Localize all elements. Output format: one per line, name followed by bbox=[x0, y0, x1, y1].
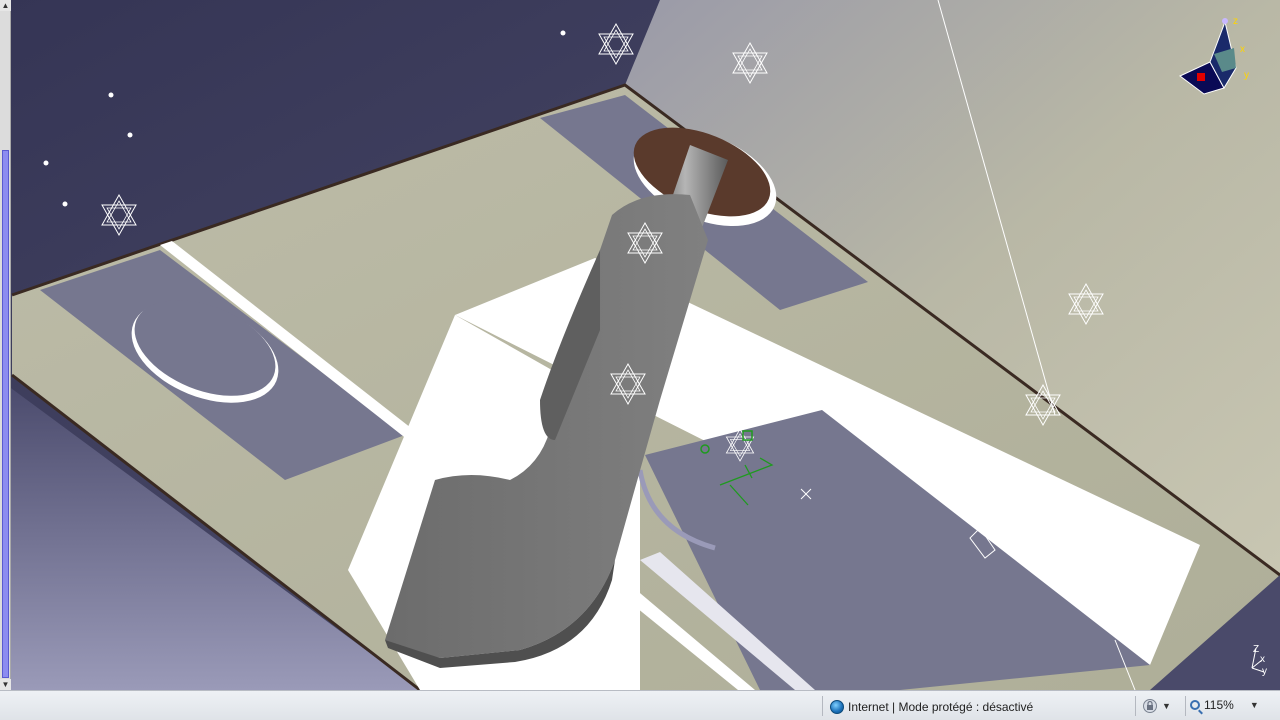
status-separator bbox=[1185, 696, 1186, 716]
compass-axis-z: z bbox=[1233, 16, 1238, 27]
point-dot bbox=[127, 132, 133, 138]
status-separator bbox=[822, 696, 823, 716]
zoom-control[interactable]: 115% ▼ bbox=[1190, 698, 1259, 712]
status-bar: Internet | Mode protégé : désactivé ▼ 11… bbox=[0, 690, 1280, 720]
chevron-down-icon[interactable]: ▼ bbox=[1162, 701, 1171, 711]
point-dot bbox=[43, 160, 49, 166]
scroll-down-arrow-icon[interactable]: ▼ bbox=[0, 679, 11, 690]
triad-axis-x: x bbox=[1260, 654, 1265, 665]
triad-axis-y: y bbox=[1262, 666, 1267, 677]
vertical-scrollbar[interactable]: ▲ ▼ bbox=[0, 0, 11, 690]
scroll-up-arrow-icon[interactable]: ▲ bbox=[0, 0, 11, 11]
chevron-down-icon[interactable]: ▼ bbox=[1250, 700, 1259, 710]
scrollbar-thumb[interactable] bbox=[2, 150, 9, 678]
point-dot bbox=[108, 92, 114, 98]
security-lock-icon bbox=[1143, 699, 1157, 713]
compass-axis-x: x bbox=[1240, 44, 1245, 55]
zone-text: Internet | Mode protégé : désactivé bbox=[848, 700, 1034, 714]
status-separator bbox=[1135, 696, 1136, 716]
magnifier-icon bbox=[1190, 700, 1200, 710]
point-dot bbox=[62, 201, 68, 207]
cad-scene[interactable]: z x y Z x y bbox=[0, 0, 1280, 690]
compass-axis-y: y bbox=[1244, 70, 1249, 81]
globe-icon bbox=[830, 700, 844, 714]
protected-mode-button[interactable]: ▼ bbox=[1142, 698, 1171, 714]
zoom-level: 115% bbox=[1204, 698, 1234, 712]
security-zone[interactable]: Internet | Mode protégé : désactivé bbox=[830, 699, 1033, 715]
compass-handle[interactable] bbox=[1197, 73, 1205, 81]
point-dot bbox=[560, 30, 566, 36]
compass-top bbox=[1222, 18, 1228, 24]
triad-axis-z: Z bbox=[1253, 644, 1259, 655]
3d-viewport[interactable]: z x y Z x y ▲ ▼ bbox=[0, 0, 1280, 690]
